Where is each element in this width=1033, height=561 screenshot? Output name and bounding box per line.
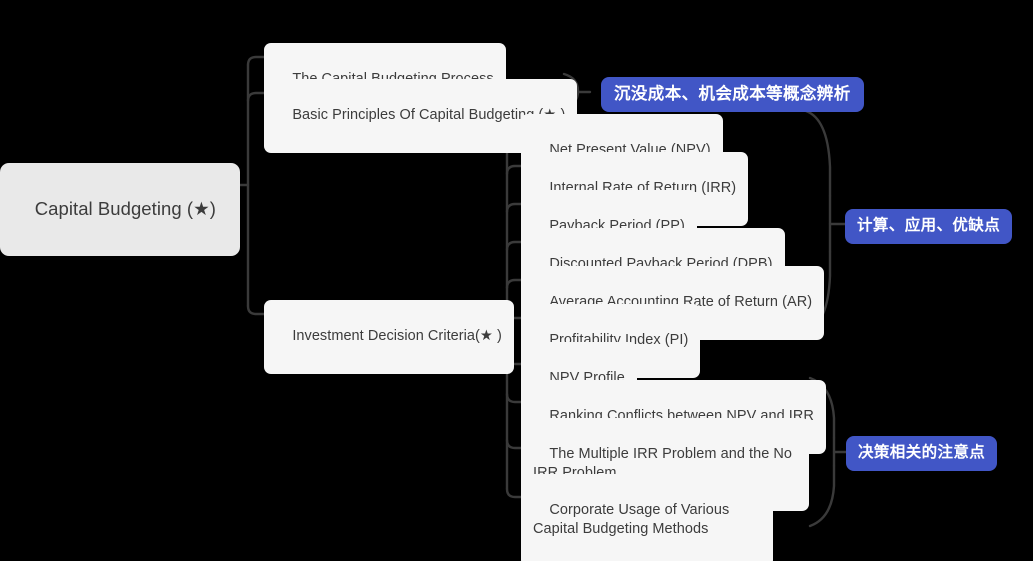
level2-node-label: Investment Decision Criteria(★ ) (292, 328, 502, 344)
branch-to-leaf-3 (505, 202, 523, 214)
level2-node-investment-decision-criteria[interactable]: Investment Decision Criteria(★ ) (264, 300, 514, 374)
branch-to-leaf-8 (505, 392, 523, 404)
annotation-badge-decision-notes[interactable]: 决策相关的注意点 (846, 436, 998, 471)
mindmap-canvas: Capital Budgeting (★) The Capital Budget… (0, 0, 1033, 561)
branch-to-leaf-10 (505, 487, 523, 499)
annotation-badge-label: 计算、应用、优缺点 (857, 217, 1001, 234)
brace-2-upper-tip (830, 196, 838, 224)
branch-to-leaf-2 (505, 164, 523, 176)
annotation-badge-label: 决策相关的注意点 (858, 444, 986, 461)
branch-to-node-3 (246, 304, 266, 316)
branch-to-node-1 (246, 55, 266, 67)
branch-to-node-2 (246, 91, 266, 103)
root-node[interactable]: Capital Budgeting (★) (0, 163, 240, 256)
brace-3-lower (808, 464, 836, 528)
annotation-badge-label: 沉没成本、机会成本等概念辨析 (614, 85, 851, 103)
branch-to-leaf-4 (505, 240, 523, 252)
annotation-badge-sunk-cost[interactable]: 沉没成本、机会成本等概念辨析 (601, 77, 864, 112)
level3-node-corporate-usage[interactable]: Corporate Usage of Various Capital Budge… (521, 474, 773, 561)
root-node-label: Capital Budgeting (★) (34, 198, 216, 219)
branch-to-leaf-5 (505, 278, 523, 290)
annotation-badge-calculation[interactable]: 计算、应用、优缺点 (845, 209, 1013, 244)
branch-to-leaf-9 (505, 438, 523, 450)
level3-node-label: Corporate Usage of Various Capital Budge… (533, 502, 734, 537)
brace-2-upper (804, 109, 832, 198)
